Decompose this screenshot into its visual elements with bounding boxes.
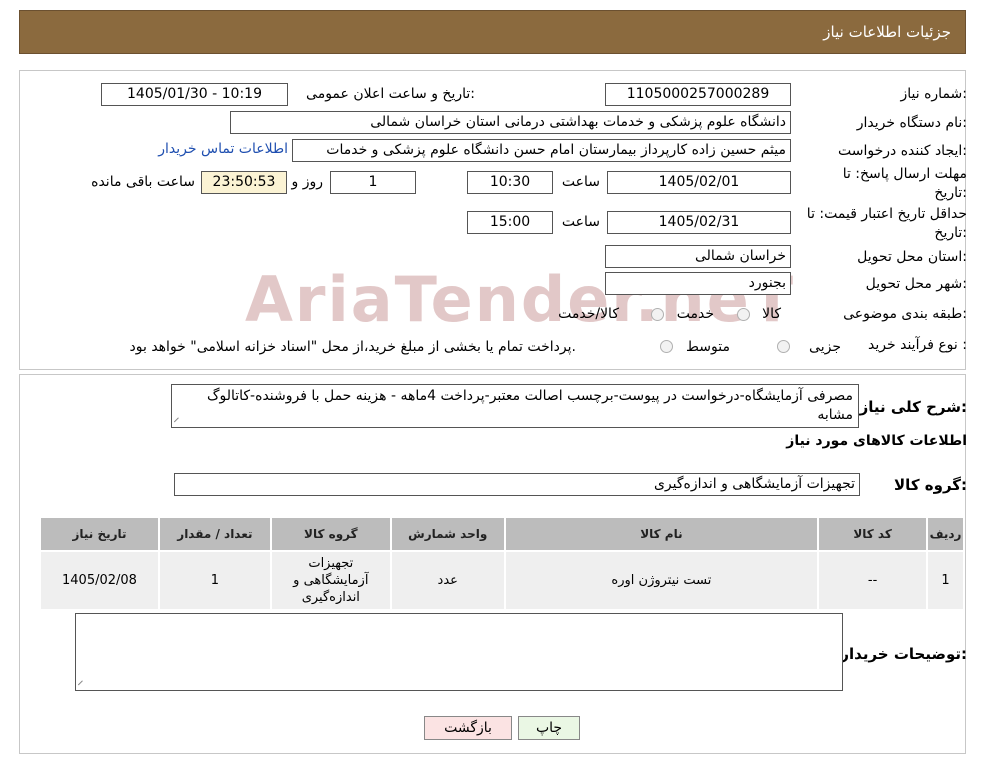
- process-option-minor[interactable]: جزیی: [809, 339, 841, 355]
- days-label: روز و: [291, 174, 324, 190]
- days-remaining-field: 1: [330, 171, 416, 194]
- announce-label: تاریخ و ساعت اعلان عمومی:: [306, 86, 475, 102]
- deadline-label: مهلت ارسال پاسخ: تا: [842, 166, 967, 182]
- buyer-org-field: دانشگاه علوم پزشکی و خدمات بهداشتی درمان…: [230, 111, 791, 134]
- goods-group-label: گروه کالا:: [894, 476, 967, 494]
- cell-quantity: 1: [157, 550, 272, 611]
- announce-field: 1405/01/30 - 10:19: [101, 83, 288, 106]
- category-label: طبقه بندی موضوعی:: [843, 306, 967, 322]
- resize-grip-icon[interactable]: [173, 417, 184, 427]
- cell-code: --: [817, 550, 929, 611]
- deadline-time-label: ساعت: [561, 174, 600, 190]
- goods-group-field: تجهیزات آزمایشگاهی و اندازه‌گیری: [174, 473, 860, 496]
- col-quantity: تعداد / مقدار: [157, 516, 272, 552]
- goods-table: ردیف کد کالا نام کالا واحد شمارش گروه کا…: [39, 516, 965, 611]
- print-button[interactable]: چاپ: [518, 716, 580, 740]
- process-minor-radio[interactable]: [777, 340, 790, 353]
- cell-group: تجهیزات آزمایشگاهی و اندازه‌گیری: [269, 550, 392, 611]
- col-code: کد کالا: [817, 516, 929, 552]
- need-number-label: شماره نیاز:: [900, 86, 967, 102]
- category-option-service[interactable]: خدمت: [677, 306, 714, 322]
- validity-time-field: 15:00: [467, 211, 553, 234]
- remaining-label: ساعت باقی مانده: [91, 174, 195, 190]
- deadline-time-field: 10:30: [467, 171, 553, 194]
- province-field: خراسان شمالی: [605, 245, 791, 268]
- deadline-label-2: تاریخ:: [934, 185, 967, 201]
- buyer-notes-field[interactable]: [75, 613, 843, 691]
- cell-name: تست نیتروژن اوره: [503, 550, 820, 611]
- goods-info-title: اطلاعات کالاهای مورد نیاز: [786, 433, 967, 449]
- city-label: شهر محل تحویل:: [865, 276, 967, 292]
- process-option-medium[interactable]: متوسط: [686, 339, 730, 355]
- requester-label: ایجاد کننده درخواست:: [838, 143, 967, 159]
- col-group: گروه کالا: [269, 516, 392, 552]
- col-unit: واحد شمارش: [389, 516, 506, 552]
- province-label: استان محل تحویل:: [857, 249, 967, 265]
- category-service-radio[interactable]: [651, 308, 664, 321]
- validity-label: حداقل تاریخ اعتبار قیمت: تا: [806, 206, 967, 222]
- requester-field: میثم حسین زاده کارپرداز بیمارستان امام ح…: [292, 139, 791, 162]
- validity-label-2: تاریخ:: [934, 225, 967, 241]
- summary-field: مصرفی آزمایشگاه-درخواست در پیوست-برچسب ا…: [171, 384, 859, 428]
- col-row: ردیف: [926, 516, 965, 552]
- category-goods-radio[interactable]: [737, 308, 750, 321]
- process-label: نوع فرآیند خرید :: [868, 337, 967, 353]
- cell-unit: عدد: [389, 550, 506, 611]
- page-title: جزئیات اطلاعات نیاز: [823, 23, 951, 41]
- resize-grip-icon[interactable]: [77, 680, 88, 690]
- deadline-date-field: 1405/02/01: [607, 171, 791, 194]
- page-header: جزئیات اطلاعات نیاز: [19, 10, 966, 54]
- cell-row: 1: [926, 550, 965, 611]
- countdown-field: 23:50:53: [201, 171, 287, 194]
- back-button[interactable]: بازگشت: [424, 716, 512, 740]
- category-option-goods[interactable]: کالا: [762, 306, 781, 322]
- process-note: پرداخت تمام یا بخشی از مبلغ خرید،از محل …: [129, 339, 576, 355]
- need-number-field: 1105000257000289: [605, 83, 791, 106]
- summary-text: مصرفی آزمایشگاه-درخواست در پیوست-برچسب ا…: [206, 388, 853, 423]
- process-medium-radio[interactable]: [660, 340, 673, 353]
- validity-date-field: 1405/02/31: [607, 211, 791, 234]
- col-name: نام کالا: [503, 516, 820, 552]
- col-date: تاریخ نیاز: [39, 516, 160, 552]
- buyer-org-label: نام دستگاه خریدار:: [856, 115, 967, 131]
- summary-label: شرح کلی نیاز:: [859, 398, 967, 416]
- city-field: بجنورد: [605, 272, 791, 295]
- buyer-notes-label: توضیحات خریدار:: [840, 645, 967, 663]
- table-header-row: ردیف کد کالا نام کالا واحد شمارش گروه کا…: [39, 516, 965, 552]
- validity-time-label: ساعت: [561, 214, 600, 230]
- buyer-contact-link[interactable]: اطلاعات تماس خریدار: [158, 141, 288, 157]
- category-option-goods-service[interactable]: کالا/خدمت: [558, 306, 619, 322]
- cell-date: 1405/02/08: [39, 550, 160, 611]
- table-row: 1 -- تست نیتروژن اوره عدد تجهیزات آزمایش…: [39, 550, 965, 611]
